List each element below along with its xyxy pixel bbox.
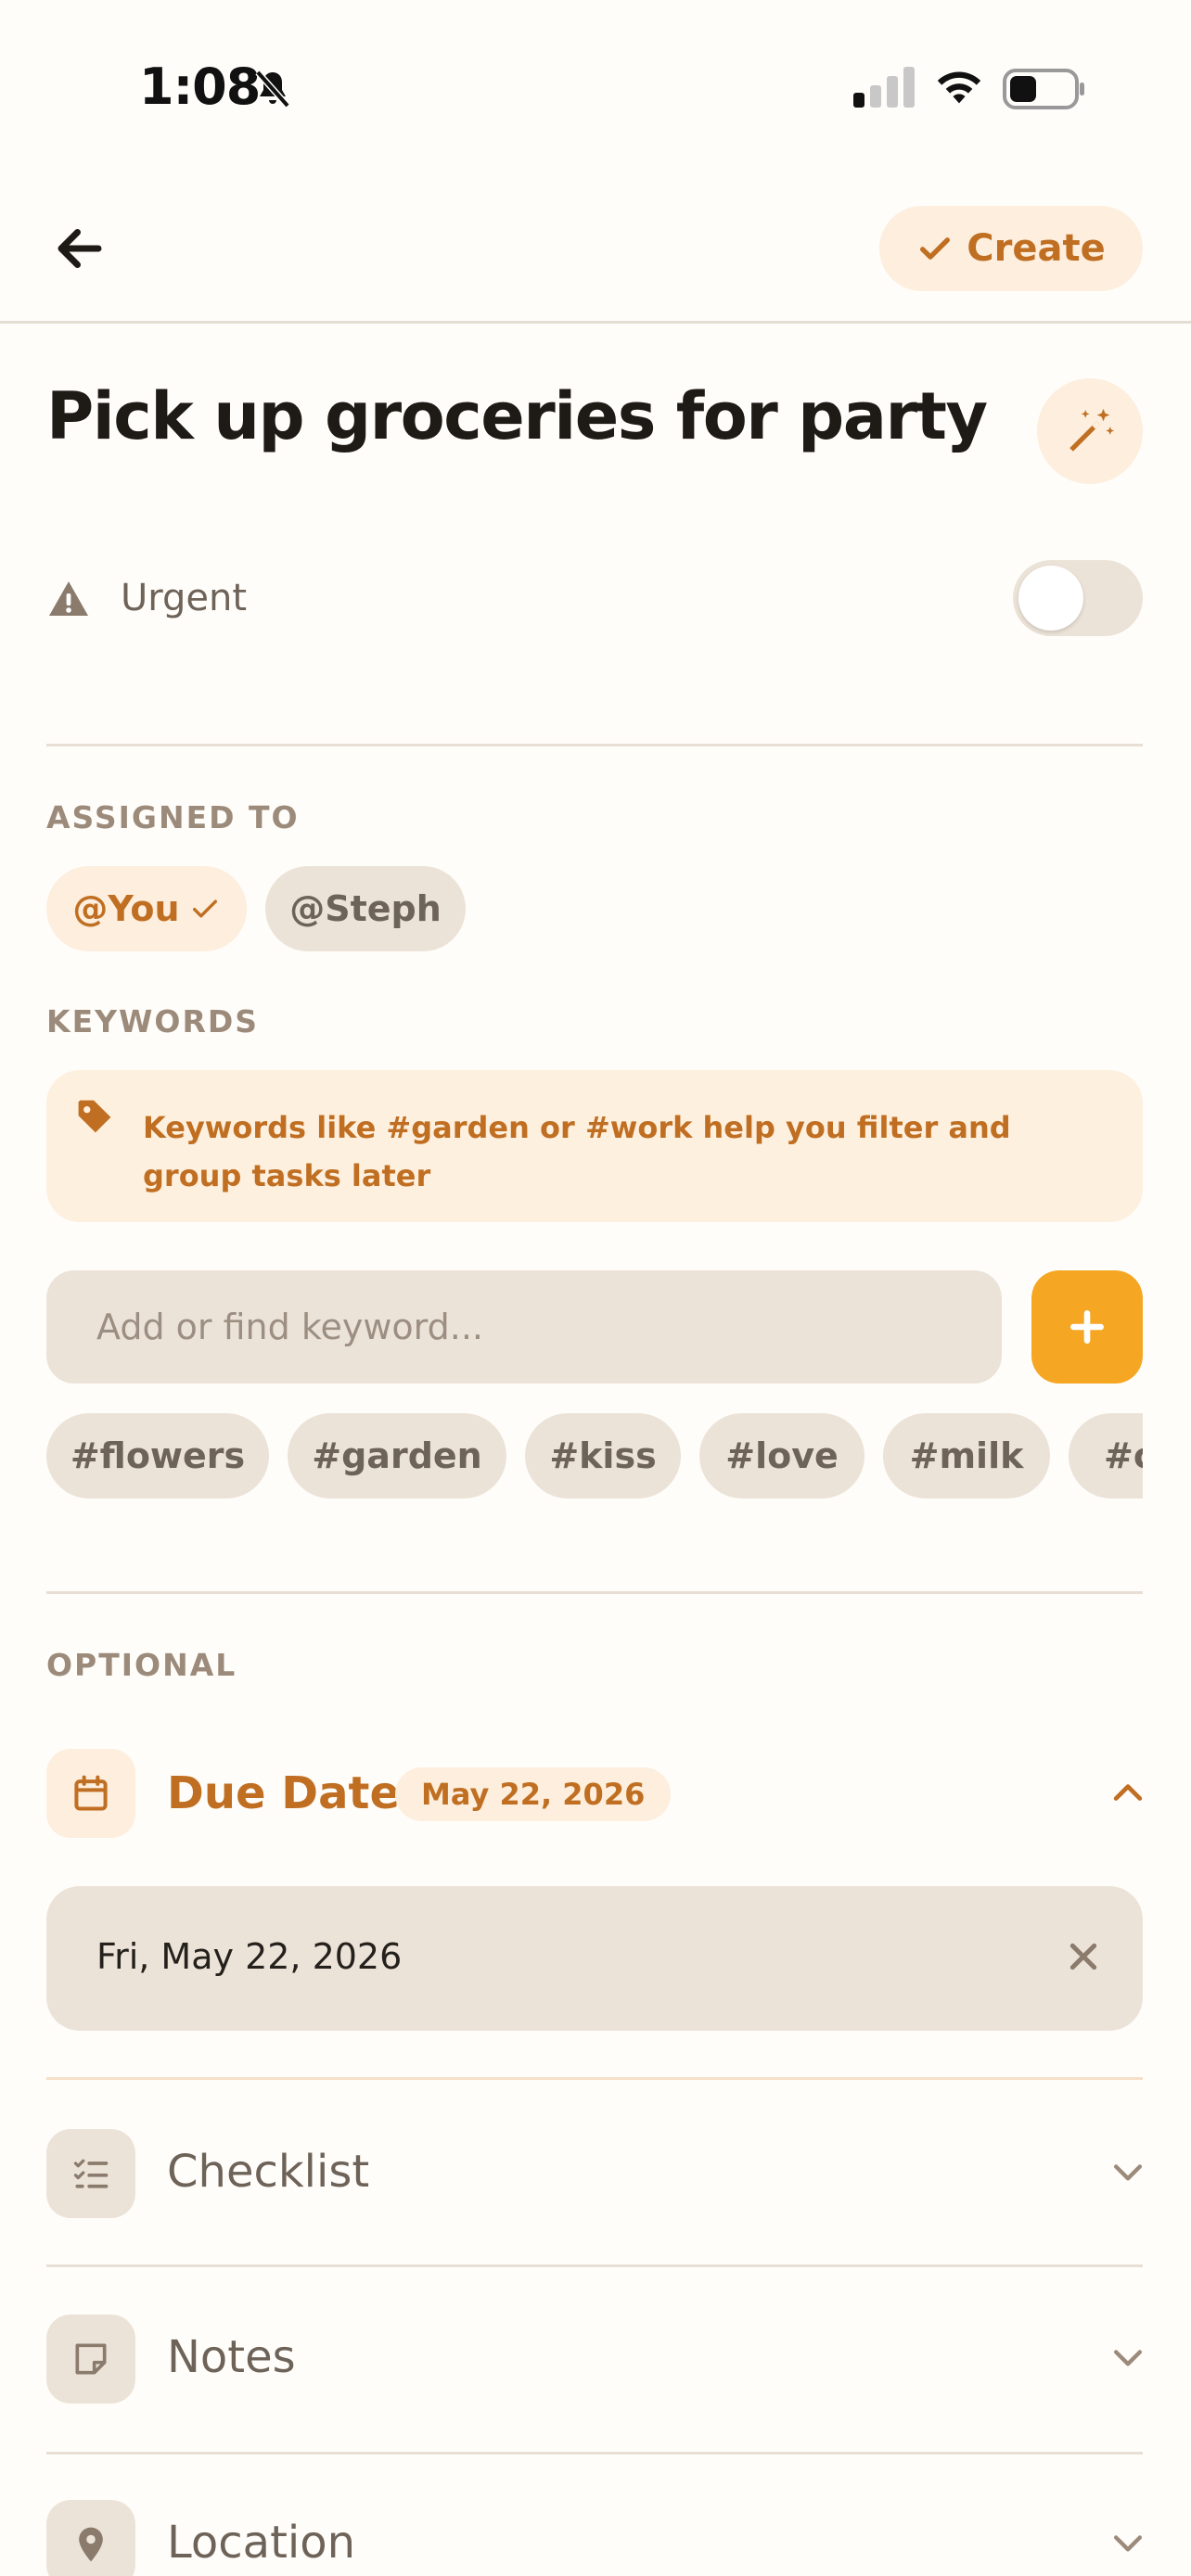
assignee-chip-you[interactable]: @You	[46, 866, 247, 951]
assignee-chip-label: @You	[72, 888, 180, 929]
urgent-label: Urgent	[121, 577, 248, 619]
divider	[46, 2264, 1143, 2267]
divider	[46, 2452, 1143, 2455]
note-icon	[75, 2343, 107, 2375]
battery-icon	[1003, 69, 1084, 109]
keyword-search-input[interactable]	[46, 1270, 1002, 1384]
header-divider	[0, 321, 1191, 324]
checklist-icon	[73, 2159, 109, 2188]
cellular-signal-icon	[853, 67, 915, 108]
keywords-section-label: KEYWORDS	[46, 1003, 260, 1039]
status-time: 1:08	[139, 57, 261, 116]
optional-section-label: OPTIONAL	[46, 1647, 237, 1683]
keyword-tag[interactable]: #milk	[883, 1413, 1050, 1498]
magic-wand-button[interactable]	[1037, 378, 1143, 484]
calendar-icon	[74, 1775, 108, 1811]
chevron-down-icon[interactable]	[1108, 2337, 1148, 2378]
add-keyword-button[interactable]	[1031, 1270, 1143, 1384]
toggle-knob	[1018, 566, 1083, 631]
location-icon-box[interactable]	[46, 2500, 135, 2576]
divider	[46, 744, 1143, 746]
keyword-tag[interactable]: #flowers	[46, 1413, 269, 1498]
bell-slash-icon	[255, 70, 290, 108]
divider	[46, 2077, 1143, 2080]
back-arrow-icon[interactable]	[52, 221, 108, 276]
magic-wand-icon	[1069, 408, 1115, 452]
due-date-badge: May 22, 2026	[395, 1767, 672, 1821]
chevron-down-icon[interactable]	[1108, 2151, 1148, 2192]
map-pin-icon	[79, 2527, 103, 2562]
clear-date-icon[interactable]	[1065, 1938, 1102, 1975]
keywords-hint-text: Keywords like #garden or #work help you …	[143, 1110, 1011, 1193]
due-date-value: Fri, May 22, 2026	[96, 1936, 403, 1977]
chevron-up-icon[interactable]	[1108, 1773, 1148, 1814]
keyword-tag-list: #flowers #garden #kiss #love #milk #c	[46, 1413, 1143, 1498]
assignee-chip-steph[interactable]: @Steph	[265, 866, 466, 951]
create-button[interactable]: Create	[879, 206, 1143, 291]
assigned-section-label: ASSIGNED TO	[46, 799, 300, 835]
due-date-icon-box[interactable]	[46, 1749, 135, 1838]
checkmark-icon	[192, 899, 217, 918]
location-label[interactable]: Location	[167, 2517, 355, 2569]
wifi-icon	[937, 71, 981, 104]
plus-icon	[1070, 1310, 1104, 1344]
task-title[interactable]: Pick up groceries for party	[46, 378, 988, 454]
urgent-toggle[interactable]	[1013, 560, 1143, 636]
notes-label[interactable]: Notes	[167, 2331, 296, 2383]
divider	[46, 1591, 1143, 1594]
keyword-tag[interactable]: #kiss	[525, 1413, 681, 1498]
checklist-icon-box[interactable]	[46, 2129, 135, 2218]
keyword-tag[interactable]: #garden	[288, 1413, 506, 1498]
keyword-tag[interactable]: #love	[699, 1413, 864, 1498]
checkmark-icon	[920, 237, 951, 260]
keyword-tag[interactable]: #c	[1069, 1413, 1143, 1498]
chevron-down-icon[interactable]	[1108, 2522, 1148, 2563]
tag-icon	[78, 1100, 111, 1133]
checklist-label[interactable]: Checklist	[167, 2146, 369, 2198]
create-button-label: Create	[967, 227, 1106, 270]
warning-icon	[49, 581, 88, 616]
notes-icon-box[interactable]	[46, 2315, 135, 2404]
due-date-label[interactable]: Due Date	[167, 1767, 400, 1819]
